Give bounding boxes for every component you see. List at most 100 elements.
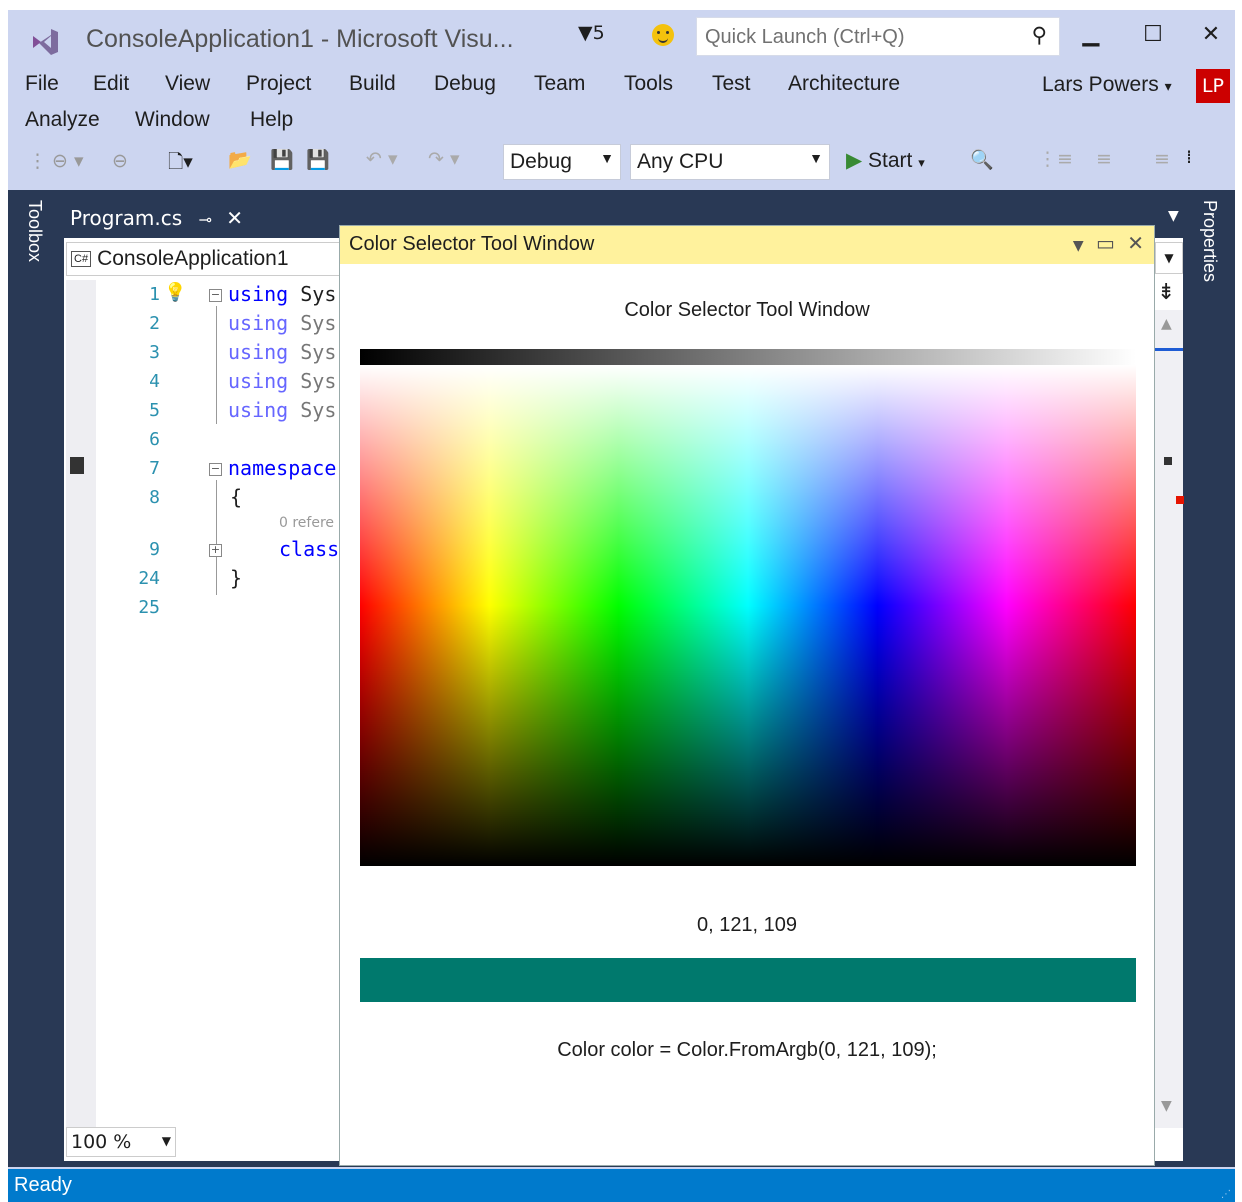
- close-icon[interactable]: ✕: [1127, 231, 1144, 255]
- align-right-icon: ≡: [1096, 148, 1112, 170]
- bookmark-marker: [1164, 457, 1172, 465]
- code-line: namespace: [228, 456, 337, 480]
- user-account-menu[interactable]: Lars Powers ▾: [1042, 73, 1172, 97]
- undo-button[interactable]: ↶ ▾: [366, 148, 398, 170]
- redo-button[interactable]: ↷ ▾: [428, 148, 460, 170]
- zoom-level-select[interactable]: 100 % ▼: [66, 1127, 176, 1157]
- visual-studio-logo-icon: [33, 29, 58, 55]
- toolbar-options-button[interactable]: ⁞: [1186, 146, 1192, 168]
- menu-help[interactable]: Help: [250, 108, 293, 132]
- scroll-down-icon[interactable]: ▼: [1161, 1098, 1172, 1114]
- pin-icon: ⊸: [198, 210, 212, 229]
- tab-list-dropdown-icon[interactable]: ▼: [1168, 208, 1179, 224]
- editor-gutter: [66, 280, 96, 1130]
- open-file-button[interactable]: 📂: [228, 148, 252, 171]
- code-line: class: [279, 537, 340, 561]
- grayscale-strip[interactable]: [360, 349, 1136, 365]
- menu-team[interactable]: Team: [534, 72, 585, 96]
- quick-launch-input[interactable]: Quick Launch (Ctrl+Q) ⚲: [696, 17, 1060, 56]
- comment-icon: ≡: [1154, 148, 1170, 170]
- find-icon: 🔍: [970, 149, 994, 171]
- solution-configuration-value: Debug: [510, 150, 572, 173]
- minimize-button[interactable]: ▁: [1076, 22, 1106, 52]
- line-number: 24: [138, 568, 160, 589]
- menu-debug[interactable]: Debug: [434, 72, 496, 96]
- collapse-icon[interactable]: −: [209, 463, 222, 476]
- menu-window[interactable]: Window: [135, 108, 210, 132]
- resize-grip-icon[interactable]: ⋰: [1221, 1189, 1231, 1200]
- navigate-back-button[interactable]: ⊖ ▾: [52, 150, 84, 172]
- menu-build[interactable]: Build: [349, 72, 396, 96]
- project-name: ConsoleApplication1: [97, 247, 289, 270]
- palette-black-overlay: [360, 365, 1136, 866]
- close-tab-icon[interactable]: ✕: [226, 206, 243, 230]
- open-folder-icon: 📂: [228, 149, 252, 171]
- navigate-forward-button[interactable]: ⊖: [112, 150, 128, 172]
- chevron-down-icon: ▾: [918, 155, 925, 170]
- menu-analyze[interactable]: Analyze: [25, 108, 100, 132]
- color-code-snippet: Color color = Color.FromArgb(0, 121, 109…: [557, 1039, 937, 1061]
- notifications-indicator[interactable]: ▼5: [578, 22, 605, 44]
- save-all-button[interactable]: 💾: [306, 148, 330, 171]
- line-number: 3: [149, 342, 160, 363]
- split-view-icon[interactable]: ⇟: [1157, 280, 1175, 305]
- codelens-references[interactable]: 0 refere: [279, 515, 334, 531]
- visual-studio-window: ConsoleApplication1 - Microsoft Visu... …: [8, 10, 1235, 1202]
- member-dropdown[interactable]: ▼: [1155, 242, 1183, 274]
- menu-file[interactable]: File: [25, 72, 59, 96]
- window-position-dropdown-icon[interactable]: ▼: [1073, 238, 1084, 254]
- save-button[interactable]: 💾: [270, 148, 294, 171]
- quick-launch-placeholder: Quick Launch (Ctrl+Q): [705, 26, 905, 48]
- start-debugging-button[interactable]: ▶ Start ▾: [846, 148, 925, 173]
- vertical-scrollbar[interactable]: [1155, 310, 1183, 1128]
- notification-count: 5: [592, 22, 605, 44]
- rgb-value-label: 0, 121, 109: [696, 914, 798, 936]
- menu-tools[interactable]: Tools: [624, 72, 673, 96]
- maximize-icon: ☐: [1143, 22, 1163, 47]
- align-left-button[interactable]: ⋮≡: [1038, 148, 1073, 170]
- properties-sidebar[interactable]: Properties: [1187, 190, 1235, 1167]
- solution-platform-select[interactable]: Any CPU ▼: [630, 144, 830, 180]
- feedback-smiley-icon[interactable]: [652, 24, 674, 46]
- close-button[interactable]: ✕: [1196, 22, 1226, 52]
- menu-edit[interactable]: Edit: [93, 72, 129, 96]
- menu-view[interactable]: View: [165, 72, 210, 96]
- tab-program-cs[interactable]: Program.cs ⊸ ✕: [64, 200, 259, 236]
- solution-configuration-select[interactable]: Debug ▼: [503, 144, 621, 180]
- lightbulb-icon[interactable]: 💡: [164, 282, 186, 303]
- collapse-icon[interactable]: −: [209, 289, 222, 302]
- color-selector-tool-window: Color Selector Tool Window ▼ ▭ ✕ Color S…: [339, 225, 1155, 1166]
- comment-button[interactable]: ≡: [1154, 148, 1170, 170]
- tool-window-title: Color Selector Tool Window: [349, 233, 595, 255]
- menu-test[interactable]: Test: [712, 72, 751, 96]
- scroll-caret-marker: [1155, 348, 1183, 351]
- menu-architecture[interactable]: Architecture: [788, 72, 900, 96]
- code-line: }: [230, 566, 243, 590]
- align-right-button[interactable]: ≡: [1096, 148, 1112, 170]
- maximize-button[interactable]: ☐: [1138, 22, 1168, 52]
- scroll-up-icon[interactable]: ▲: [1161, 316, 1172, 332]
- find-in-files-button[interactable]: 🔍: [970, 148, 994, 171]
- user-avatar[interactable]: LP: [1196, 69, 1230, 103]
- project-navigation-select[interactable]: C# ConsoleApplication1: [66, 242, 346, 276]
- line-number: 4: [149, 371, 160, 392]
- code-line: {: [230, 485, 243, 509]
- outline-guide: [216, 480, 217, 595]
- expand-icon[interactable]: +: [209, 544, 222, 557]
- play-icon: ▶: [846, 149, 863, 172]
- color-palette[interactable]: [360, 349, 1136, 866]
- new-project-button[interactable]: 🗋▾: [168, 148, 193, 180]
- chevron-down-icon: ▾: [1164, 78, 1172, 94]
- error-marker: [1176, 496, 1184, 504]
- user-name: Lars Powers: [1042, 73, 1159, 96]
- line-number: 25: [138, 597, 160, 618]
- toolbox-label: Toolbox: [25, 200, 45, 263]
- csharp-icon: C#: [71, 251, 92, 268]
- tool-window-header[interactable]: Color Selector Tool Window ▼ ▭ ✕: [340, 226, 1154, 264]
- code-line: using Sys: [228, 398, 337, 422]
- toolbar-grip-icon: ⋮: [28, 150, 47, 172]
- maximize-icon[interactable]: ▭: [1096, 231, 1115, 255]
- menu-project[interactable]: Project: [246, 72, 311, 96]
- code-line: using Sys: [228, 340, 337, 364]
- toolbox-sidebar[interactable]: Toolbox: [8, 190, 62, 1167]
